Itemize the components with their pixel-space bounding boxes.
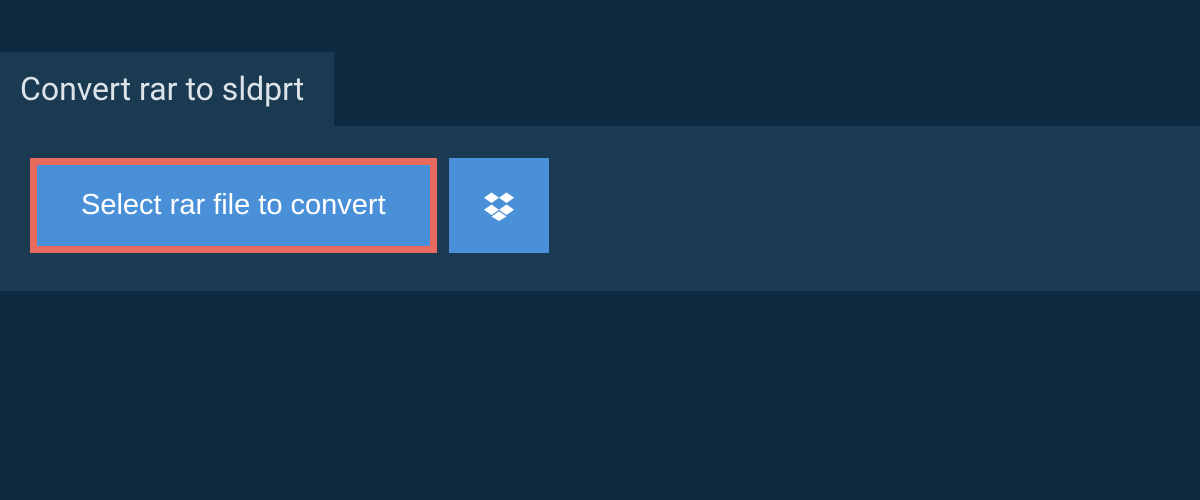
page-title: Convert rar to sldprt bbox=[20, 70, 304, 108]
header-tab: Convert rar to sldprt bbox=[0, 52, 334, 126]
select-file-highlight: Select rar file to convert bbox=[30, 158, 437, 253]
dropbox-icon bbox=[481, 188, 517, 224]
button-row: Select rar file to convert bbox=[30, 158, 1170, 253]
dropbox-button[interactable] bbox=[449, 158, 549, 253]
select-file-button[interactable]: Select rar file to convert bbox=[37, 165, 430, 246]
main-panel: Select rar file to convert bbox=[0, 126, 1200, 291]
